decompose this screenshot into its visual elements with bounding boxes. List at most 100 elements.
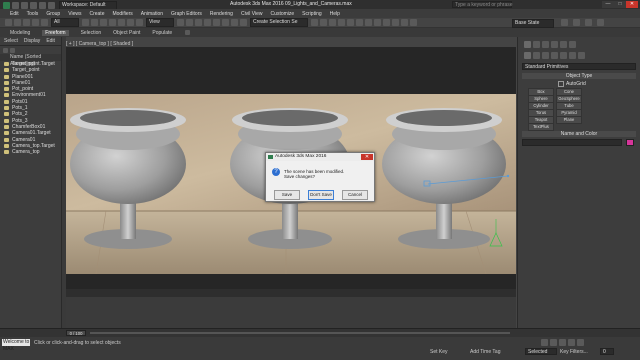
display-tab-icon[interactable] xyxy=(560,41,567,48)
bind-space-warp-icon[interactable] xyxy=(41,19,48,26)
rendered-frame-window-icon[interactable] xyxy=(383,19,390,26)
object-name-input[interactable] xyxy=(522,139,622,146)
menu-views[interactable]: Views xyxy=(68,11,81,17)
timeline-track[interactable] xyxy=(90,332,510,334)
render-setup-icon[interactable] xyxy=(374,19,381,26)
open-icon[interactable] xyxy=(21,2,28,9)
material-editor-icon[interactable] xyxy=(365,19,372,26)
play-icon[interactable] xyxy=(559,339,566,346)
render-production-icon[interactable] xyxy=(392,19,399,26)
hierarchy-tab-icon[interactable] xyxy=(542,41,549,48)
menu-animation[interactable]: Animation xyxy=(141,11,163,17)
named-selection-dropdown[interactable]: Create Selection Se xyxy=(250,18,308,27)
ribbon-toggle-icon[interactable] xyxy=(585,19,592,26)
find-icon[interactable] xyxy=(10,47,15,53)
state-sets-dropdown[interactable]: Base State xyxy=(512,19,554,28)
graphite-ribbon-icon[interactable] xyxy=(338,19,345,26)
keyboard-shortcut-icon[interactable] xyxy=(195,19,202,26)
menu-civil-view[interactable]: Civil View xyxy=(241,11,263,17)
explorer-tab-display[interactable]: Display xyxy=(24,38,40,44)
render-iterative-icon[interactable] xyxy=(410,19,417,26)
tab-selection[interactable]: Selection xyxy=(81,30,102,36)
redo-icon[interactable] xyxy=(48,2,55,9)
space-warps-category-icon[interactable] xyxy=(569,52,576,59)
tab-populate[interactable]: Populate xyxy=(152,30,172,36)
search-input[interactable]: Type a keyword or phrase xyxy=(452,1,513,8)
select-object-icon[interactable] xyxy=(82,19,89,26)
utilities-tab-icon[interactable] xyxy=(569,41,576,48)
previous-frame-icon[interactable] xyxy=(550,339,557,346)
menu-create[interactable]: Create xyxy=(89,11,104,17)
viewport[interactable]: Autodesk 3ds Max 2016 ✕ ? The scene has … xyxy=(66,47,516,289)
list-item[interactable]: Camera_top xyxy=(0,149,61,155)
modify-tab-icon[interactable] xyxy=(533,41,540,48)
helpers-category-icon[interactable] xyxy=(560,52,567,59)
unlink-icon[interactable] xyxy=(32,19,39,26)
selection-filter-dropdown[interactable]: All xyxy=(51,18,79,27)
dialog-close-button[interactable]: ✕ xyxy=(361,154,373,160)
maxscript-listener[interactable]: Welcome to MAX xyxy=(2,339,30,352)
explorer-column-header[interactable]: Name (Sorted Ascending) xyxy=(0,54,61,67)
rectangular-selection-icon[interactable] xyxy=(100,19,107,26)
menu-help[interactable]: Help xyxy=(330,11,340,17)
viewport-layout-icon[interactable] xyxy=(597,19,604,26)
explorer-tab-edit[interactable]: Edit xyxy=(46,38,55,44)
menu-graph-editors[interactable]: Graph Editors xyxy=(171,11,202,17)
scene-states-icon[interactable] xyxy=(561,19,568,26)
checkbox-box[interactable] xyxy=(558,81,564,87)
batch-render-icon[interactable] xyxy=(573,19,580,26)
set-key-label[interactable]: Set Key xyxy=(430,349,448,355)
cameras-category-icon[interactable] xyxy=(551,52,558,59)
dont-save-button[interactable]: Don't Save xyxy=(308,190,334,200)
primitive-type-dropdown[interactable]: Standard Primitives xyxy=(522,63,636,70)
menu-customize[interactable]: Customize xyxy=(271,11,295,17)
redo-tool-icon[interactable] xyxy=(14,19,21,26)
save-icon[interactable] xyxy=(30,2,37,9)
mirror-icon[interactable] xyxy=(311,19,318,26)
menu-scripting[interactable]: Scripting xyxy=(302,11,321,17)
maximize-button[interactable]: □ xyxy=(614,1,626,8)
lights-category-icon[interactable] xyxy=(542,52,549,59)
cancel-button[interactable]: Cancel xyxy=(342,190,368,200)
menu-edit[interactable]: Edit xyxy=(10,11,19,17)
motion-tab-icon[interactable] xyxy=(551,41,558,48)
current-frame-field[interactable]: 0 xyxy=(600,348,614,355)
time-slider[interactable]: 0 / 100 xyxy=(66,330,86,336)
timeline[interactable]: 0 / 100 xyxy=(0,328,640,337)
add-time-tag[interactable]: Add Time Tag xyxy=(470,349,500,355)
spinner-snap-icon[interactable] xyxy=(231,19,238,26)
undo-tool-icon[interactable] xyxy=(5,19,12,26)
key-mode-selection-dropdown[interactable]: Selected xyxy=(525,348,557,355)
shapes-category-icon[interactable] xyxy=(533,52,540,59)
reference-coordinate-dropdown[interactable]: View xyxy=(146,18,174,27)
key-filters-button[interactable]: Key Filters... xyxy=(560,349,588,355)
menu-modifiers[interactable]: Modifiers xyxy=(112,11,132,17)
pivot-icon[interactable] xyxy=(177,19,184,26)
new-icon[interactable] xyxy=(12,2,19,9)
angle-snap-icon[interactable] xyxy=(213,19,220,26)
systems-category-icon[interactable] xyxy=(578,52,585,59)
plane-button[interactable]: Plane xyxy=(556,116,582,124)
autogrid-checkbox[interactable]: AutoGrid xyxy=(558,81,586,87)
geometry-category-icon[interactable] xyxy=(524,52,531,59)
menu-group[interactable]: Group xyxy=(46,11,60,17)
app-menu-icon[interactable] xyxy=(3,2,10,9)
menu-rendering[interactable]: Rendering xyxy=(210,11,233,17)
object-color-swatch[interactable] xyxy=(626,139,634,146)
close-button[interactable]: ✕ xyxy=(626,1,638,8)
next-frame-icon[interactable] xyxy=(568,339,575,346)
tab-object-paint[interactable]: Object Paint xyxy=(113,30,140,36)
curve-editor-icon[interactable] xyxy=(347,19,354,26)
create-tab-icon[interactable] xyxy=(524,41,531,48)
tab-freeform[interactable]: Freeform xyxy=(42,29,69,36)
undo-icon[interactable] xyxy=(39,2,46,9)
tab-modeling[interactable]: Modeling xyxy=(10,30,30,36)
textplus-button[interactable]: TextPlus xyxy=(528,123,554,131)
go-to-end-icon[interactable] xyxy=(577,339,584,346)
go-to-start-icon[interactable] xyxy=(541,339,548,346)
snaps-toggle-icon[interactable] xyxy=(204,19,211,26)
align-icon[interactable] xyxy=(320,19,327,26)
filter-icon[interactable] xyxy=(3,47,8,53)
link-icon[interactable] xyxy=(23,19,30,26)
schematic-view-icon[interactable] xyxy=(356,19,363,26)
